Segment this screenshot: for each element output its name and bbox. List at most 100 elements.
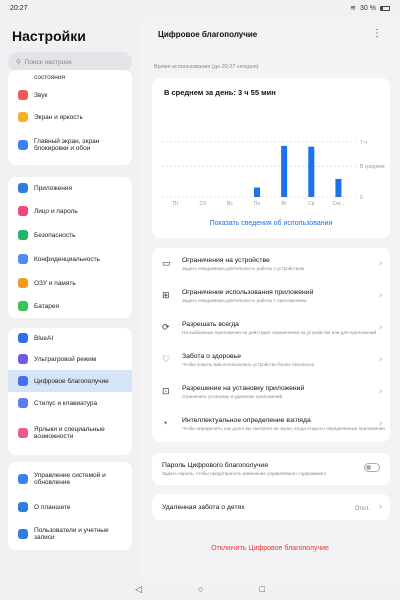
always-allow-icon: ⟳ [162,322,170,332]
search-input[interactable]: ⚲ Поиск настроек [8,52,132,72]
x-tick-label: Ср [308,201,315,207]
sidebar-item-6[interactable]: Безопасность [8,223,132,247]
y-tick-label: В среднем [360,164,385,170]
wellbeing-option-5[interactable]: ◔ Интеллектуальное определение взгляда Что… [152,408,390,440]
sidebar-item-0[interactable]: состояния [8,70,132,84]
sidebar-item-label: Стилус и клавиатура [34,399,98,407]
users-icon [18,529,28,539]
sidebar-item-label: Ярлыки и специальные возможности [34,426,105,440]
bar-3 [254,187,260,197]
option-title: Ограничения на устройстве [182,257,270,264]
option-subtitle: Чтобы определить, как долго вы смотрите … [182,426,385,431]
shield-icon [18,230,28,240]
wellbeing-option-2[interactable]: ⟳ Разрешать всегда На выбранные приложения… [152,312,390,344]
parental-title: Удаленная забота о детях [162,503,245,511]
x-tick-label: Вс [227,201,233,207]
page-title: Цифровое благополучие [158,30,258,39]
battery-icon [18,301,28,311]
sidebar-item-9[interactable]: Батарея [8,295,132,317]
sidebar-item-2[interactable]: Экран и яркость [8,106,132,128]
option-title: Интеллектуальное определение взгляда [182,417,311,424]
wallpaper-icon [18,140,28,150]
sidebar-item-10[interactable]: BlueAI [8,328,132,348]
battery-percent: 30 % [360,4,376,12]
sidebar-item-17[interactable]: Пользователи и учетные записи [8,518,132,550]
sidebar-item-4[interactable]: Приложения [8,177,132,199]
brightness-icon [18,112,28,122]
sidebar-item-13[interactable]: Стилус и клавиатура [8,392,132,414]
status-time: 20:27 [10,5,28,12]
bar-4 [281,145,288,197]
chevron-right-icon: › [379,418,382,428]
home-icon[interactable]: ○ [198,584,203,594]
chevron-right-icon: › [379,386,382,396]
face-icon [18,206,28,216]
status-bar: 20:27 ≋ 30 % [0,0,400,18]
show-usage-details-link[interactable]: Показать сведения об использовании [152,220,390,227]
sidebar-item-3[interactable]: Главный экран, экран блокировки и обои [8,128,132,162]
sidebar-item-label: Цифровое благополучие [34,377,109,385]
sidebar-item-label: Приложения [34,184,73,192]
sidebar-item-1[interactable]: Звук [8,84,132,106]
chevron-right-icon: › [379,290,382,300]
sidebar-item-14[interactable]: Ярлыки и специальные возможности [8,414,132,452]
password-toggle-row[interactable]: Пароль Цифрового благополучия Задать пар… [152,453,390,485]
option-title: Ограничение использования приложений [182,289,314,296]
option-subtitle: Ограничить установку и удаление приложен… [182,394,283,399]
apps-icon [18,183,28,193]
status-icons: ≋ 30 % [350,4,390,12]
sidebar-item-label: Лицо и пароль [34,207,78,215]
ai-icon [18,333,28,343]
wifi-icon: ≋ [350,5,357,12]
search-placeholder: Поиск настроек [24,58,72,66]
system-icon [18,474,28,484]
sidebar-item-8[interactable]: ОЗУ и память [8,271,132,295]
sidebar-item-label: Звук [34,91,48,99]
stylus-icon [18,398,28,408]
game-icon [18,354,28,364]
navigation-bar: ◁ ○ □ [0,578,400,600]
recents-icon[interactable]: □ [259,584,264,594]
sidebar-item-label: BlueAI [34,334,54,342]
app-limit-icon: ⊞ [162,290,170,300]
wellbeing-option-1[interactable]: ⊞ Ограничение использования приложений Зад… [152,280,390,312]
sidebar-item-7[interactable]: Конфиденциальность [8,247,132,271]
settings-sidebar: Настройки ⚲ Поиск настроек состояния Звук… [0,18,140,578]
hourglass-icon [18,376,28,386]
info-icon [18,502,28,512]
settings-group-1: состояния Звук Экран и яркость Главный экра… [8,70,132,165]
parental-control-row[interactable]: Удаленная забота о детях Откл. › [152,494,390,520]
sidebar-item-5[interactable]: Лицо и пароль [8,199,132,223]
x-tick-label: Сег... [333,201,345,207]
sidebar-item-label: Ультрагровой режим [34,355,97,363]
sidebar-item-15[interactable]: Управление системой и обновление [8,462,132,496]
sidebar-item-16[interactable]: О планшете [8,496,132,518]
option-subtitle: Задать ежедневную длительность работы с … [182,298,307,303]
sidebar-item-label: Конфиденциальность [34,255,100,263]
settings-group-2: Приложения Лицо и пароль Безопасность Конфи… [8,177,132,318]
sidebar-item-12[interactable]: Цифровое благополучие [8,370,132,392]
wellbeing-option-3[interactable]: ♡ Забота о здоровье Чтобы помочь вам испол… [152,344,390,376]
chevron-right-icon: › [379,258,382,268]
sidebar-item-label: Безопасность [34,231,76,239]
wellbeing-options-card: ▭ Ограничения на устройстве Задать ежеднев… [152,248,390,442]
settings-title: Настройки [12,28,86,44]
x-tick-label: Пт [173,201,180,207]
digital-wellbeing-pane: Цифровое благополучие ⋮ Время использова… [140,18,400,578]
wellbeing-option-4[interactable]: ⊡ Разрешение на установку приложений Огран… [152,376,390,408]
disable-wellbeing-button[interactable]: Отключить Цифровое благополучие [140,545,400,552]
battery-icon [380,5,390,11]
option-subtitle: На выбранные приложения не действуют огр… [182,330,377,335]
more-options-icon[interactable]: ⋮ [372,28,382,39]
bar-5 [308,146,315,197]
sidebar-item-label: Экран и яркость [34,113,83,121]
chevron-right-icon: › [379,322,382,332]
search-icon: ⚲ [16,59,21,66]
bar-6 [335,178,342,197]
password-toggle[interactable] [364,463,380,472]
chevron-right-icon: › [379,501,382,511]
back-icon[interactable]: ◁ [135,584,142,595]
wellbeing-option-0[interactable]: ▭ Ограничения на устройстве Задать ежеднев… [152,248,390,280]
sidebar-item-11[interactable]: Ультрагровой режим [8,348,132,370]
accessibility-icon [18,428,28,438]
